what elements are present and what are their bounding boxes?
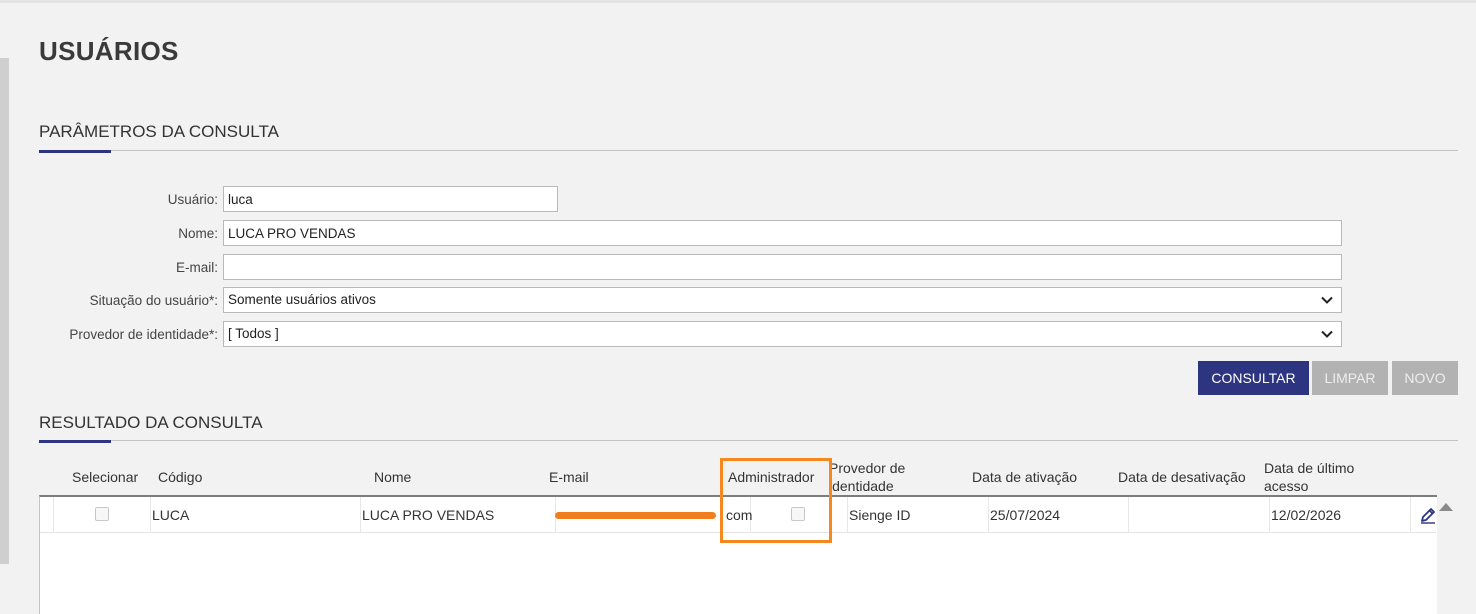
cell-data-ativacao: 25/07/2024 bbox=[990, 507, 1061, 523]
col-header-ultimo-acesso[interactable]: Data de último acesso bbox=[1264, 459, 1354, 495]
cell-nome: LUCA PRO VENDAS bbox=[362, 507, 495, 523]
usuario-label: Usuário: bbox=[167, 192, 218, 207]
situacao-label: Situação do usuário*: bbox=[89, 293, 218, 308]
email-input[interactable] bbox=[223, 254, 1342, 280]
col-header-ultimo-line2: acesso bbox=[1264, 478, 1309, 494]
col-header-data-ativacao[interactable]: Data de ativação bbox=[972, 468, 1077, 486]
top-shadow bbox=[0, 0, 1476, 3]
provedor-select-value: [ Todos ] bbox=[228, 326, 279, 341]
results-section-divider bbox=[39, 440, 1458, 441]
column-separator bbox=[988, 497, 989, 533]
pencil-icon[interactable] bbox=[1418, 505, 1438, 525]
provedor-label: Provedor de identidade*: bbox=[69, 327, 218, 342]
column-separator bbox=[150, 497, 151, 533]
grid-scrollbar-track[interactable] bbox=[1437, 520, 1457, 614]
col-header-email[interactable]: E-mail bbox=[549, 468, 589, 486]
situacao-select[interactable]: Somente usuários ativos bbox=[223, 287, 1342, 313]
cell-codigo: LUCA bbox=[152, 507, 190, 523]
results-section-title: RESULTADO DA CONSULTA bbox=[39, 413, 263, 432]
limpar-button[interactable]: LIMPAR bbox=[1312, 361, 1388, 395]
row-select-checkbox[interactable] bbox=[95, 507, 109, 521]
situacao-select-value: Somente usuários ativos bbox=[228, 292, 376, 307]
column-separator bbox=[1410, 497, 1411, 533]
column-separator bbox=[1128, 497, 1129, 533]
column-separator bbox=[1269, 497, 1270, 533]
results-section-accent bbox=[39, 440, 111, 443]
left-scroll-edge bbox=[0, 58, 9, 564]
col-header-codigo[interactable]: Código bbox=[158, 468, 202, 486]
col-header-provedor[interactable]: Provedor de identidade bbox=[829, 459, 905, 495]
usuario-input[interactable] bbox=[223, 186, 558, 212]
nome-input[interactable] bbox=[223, 220, 1342, 246]
provedor-select[interactable]: [ Todos ] bbox=[223, 321, 1342, 347]
params-section-title: PARÂMETROS DA CONSULTA bbox=[39, 122, 279, 141]
col-header-selecionar[interactable]: Selecionar bbox=[72, 468, 138, 486]
novo-button[interactable]: NOVO bbox=[1392, 361, 1458, 395]
col-header-data-desativacao[interactable]: Data de desativação bbox=[1118, 468, 1246, 486]
column-separator bbox=[847, 497, 848, 533]
column-separator bbox=[53, 497, 54, 533]
chevron-down-icon bbox=[1321, 330, 1333, 338]
consultar-button[interactable]: CONSULTAR bbox=[1198, 361, 1309, 395]
email-label: E-mail: bbox=[175, 260, 218, 275]
cell-ultimo-acesso: 12/02/2026 bbox=[1271, 507, 1342, 523]
params-section-accent bbox=[39, 150, 111, 153]
params-section-divider bbox=[39, 150, 1458, 151]
page-title: USUÁRIOS bbox=[39, 36, 179, 66]
redaction-mark bbox=[555, 512, 716, 519]
column-separator bbox=[360, 497, 361, 533]
cell-provedor: Sienge ID bbox=[849, 507, 911, 523]
scroll-up-arrow-icon[interactable] bbox=[1439, 503, 1453, 511]
col-header-nome[interactable]: Nome bbox=[374, 468, 411, 486]
nome-label: Nome: bbox=[178, 226, 218, 241]
col-header-provedor-line1: Provedor de bbox=[829, 460, 906, 476]
administrador-highlight-box bbox=[720, 458, 832, 543]
col-header-provedor-line2: identidade bbox=[829, 478, 894, 494]
chevron-down-icon bbox=[1321, 296, 1333, 304]
col-header-ultimo-line1: Data de último bbox=[1264, 460, 1355, 476]
